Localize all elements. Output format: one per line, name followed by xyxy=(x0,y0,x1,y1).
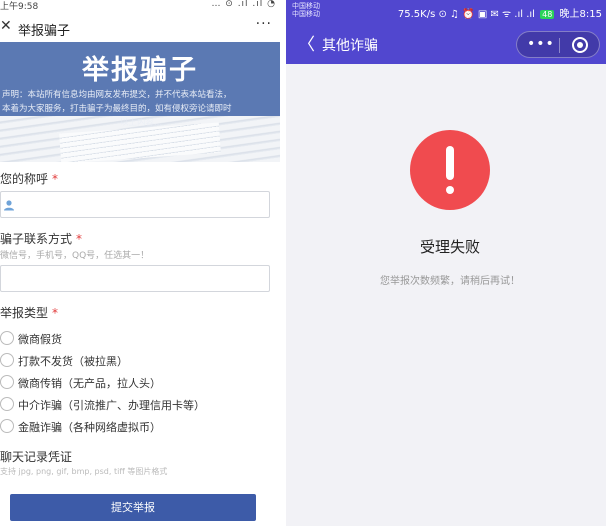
report-type-option[interactable]: 微商假货 xyxy=(0,330,270,348)
required-mark: * xyxy=(76,232,83,246)
status-time: 晚上8:15 xyxy=(559,9,602,20)
carrier-info: 中国移动 中国移动 xyxy=(292,2,320,18)
report-type-option[interactable]: 打款不发货（被拉黑） xyxy=(0,352,270,370)
contact-hint: 微信号，手机号，QQ号，任选其一！ xyxy=(0,251,150,261)
page-title: 其他诈骗 xyxy=(322,38,378,54)
page-title: 举报骗子 xyxy=(18,24,71,39)
option-label: 微商传销（无产品，拉人头） xyxy=(18,377,161,390)
submit-report-button[interactable]: 提交举报 xyxy=(10,494,256,521)
evidence-hint: 支持 jpg, png, gif, bmp, psd, tiff 等图片格式 xyxy=(0,467,168,476)
contact-label: 骗子联系方式 * xyxy=(0,230,82,247)
more-menu-icon[interactable]: ••• xyxy=(527,36,555,52)
report-type-label-text: 举报类型 xyxy=(0,306,49,320)
mini-program-capsule: ••• xyxy=(516,31,600,58)
report-form-screen: 上午9:58 … ⊙ .ıl .ıl ◔ ✕ 举报骗子 ··· 举报骗子 声明：… xyxy=(0,0,282,526)
report-type-option[interactable]: 中介诈骗（引流推广、办理信用卡等） xyxy=(0,396,270,414)
more-menu-icon[interactable]: ··· xyxy=(256,16,272,32)
contact-input[interactable] xyxy=(0,265,270,292)
exclamation-bar xyxy=(446,146,454,180)
banner-title: 举报骗子 xyxy=(82,55,198,86)
report-type-option[interactable]: 金融诈骗（各种网络虚拟币） xyxy=(0,418,270,436)
header-banner: 举报骗子 声明：本站所有信息均由网友发布提交，并不代表本站看法， 本着为大家服务… xyxy=(0,42,280,162)
exclamation-dot xyxy=(446,186,454,194)
report-type-option[interactable]: 微商传销（无产品，拉人头） xyxy=(0,374,270,392)
result-title: 受理失败 xyxy=(419,238,480,256)
radio-button[interactable] xyxy=(0,375,14,389)
option-label: 中介诈骗（引流推广、办理信用卡等） xyxy=(18,399,205,412)
option-label: 金融诈骗（各种网络虚拟币） xyxy=(18,421,161,434)
close-icon[interactable]: ✕ xyxy=(0,18,12,34)
status-bar: 中国移动 中国移动 75.5K/s ⊙ ♫ ⏰ ▣ ✉ ᯤ .ıl .ıl 48… xyxy=(286,0,606,22)
radio-button[interactable] xyxy=(0,397,14,411)
radio-button[interactable] xyxy=(0,419,14,433)
target-icon[interactable] xyxy=(572,37,588,53)
disclaimer-line: 本着为大家服务，打击骗子为最终目的，如有侵权旁论请即时 xyxy=(2,104,232,114)
contact-label-text: 骗子联系方式 xyxy=(0,232,73,246)
name-label: 您的称呼 * xyxy=(0,170,58,187)
header-bar: 中国移动 中国移动 75.5K/s ⊙ ♫ ⏰ ▣ ✉ ᯤ .ıl .ıl 48… xyxy=(286,0,606,64)
name-label-text: 您的称呼 xyxy=(0,172,49,186)
battery-icon: 48 xyxy=(540,10,555,19)
banner-disclaimer: 声明：本站所有信息均由网友发布提交，并不代表本站看法， 本着为大家服务，打击骗子… xyxy=(0,88,280,130)
status-icons: 75.5K/s ⊙ ♫ ⏰ ▣ ✉ ᯤ .ıl .ıl xyxy=(397,9,535,20)
exclamation-circle-icon xyxy=(410,130,490,210)
carrier-name: 中国移动 xyxy=(292,2,320,10)
status-icons: … ⊙ .ıl .ıl ◔ xyxy=(211,0,276,9)
capsule-divider xyxy=(559,38,560,53)
evidence-label: 聊天记录凭证 xyxy=(0,450,73,464)
required-mark: * xyxy=(52,306,59,320)
disclaimer-line: 以上内容... xyxy=(119,118,163,128)
status-bar: 上午9:58 … ⊙ .ıl .ıl ◔ xyxy=(0,0,282,12)
option-label: 微商假货 xyxy=(18,333,62,346)
option-label: 打款不发货（被拉黑） xyxy=(18,355,128,368)
nav-bar: ✕ 举报骗子 ··· xyxy=(0,12,282,42)
name-input[interactable] xyxy=(0,191,270,218)
back-icon[interactable]: 〈 xyxy=(298,30,315,55)
status-time: 上午9:58 xyxy=(0,2,39,12)
radio-button[interactable] xyxy=(0,331,14,345)
disclaimer-line: 声明：本站所有信息均由网友发布提交，并不代表本站看法， xyxy=(2,90,232,100)
carrier-name: 中国移动 xyxy=(292,10,320,18)
result-message: 您举报次数频繁，请稍后再试！ xyxy=(380,276,520,287)
result-screen: 中国移动 中国移动 75.5K/s ⊙ ♫ ⏰ ▣ ✉ ᯤ .ıl .ıl 48… xyxy=(286,0,606,526)
report-type-label: 举报类型 * xyxy=(0,304,58,321)
required-mark: * xyxy=(52,172,59,186)
user-icon xyxy=(4,200,14,211)
radio-button[interactable] xyxy=(0,353,14,367)
status-indicators: 75.5K/s ⊙ ♫ ⏰ ▣ ✉ ᯤ .ıl .ıl 48 晚上8:15 xyxy=(398,5,602,20)
